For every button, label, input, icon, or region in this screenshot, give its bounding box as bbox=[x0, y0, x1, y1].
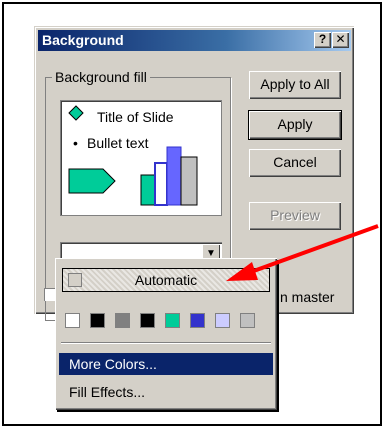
swatch-color[interactable] bbox=[90, 313, 105, 328]
help-button[interactable]: ? bbox=[314, 32, 331, 48]
automatic-option[interactable]: Automatic bbox=[62, 268, 270, 292]
swatch-color[interactable] bbox=[240, 313, 255, 328]
automatic-label: Automatic bbox=[134, 272, 198, 288]
title-bar: Background ? ✕ bbox=[38, 30, 351, 51]
cancel-button[interactable]: Cancel bbox=[249, 149, 341, 177]
close-button[interactable]: ✕ bbox=[332, 32, 349, 48]
omit-master-label: n master bbox=[280, 289, 335, 305]
swatch-color[interactable] bbox=[165, 313, 180, 328]
swatch-color[interactable] bbox=[215, 313, 230, 328]
menu-separator bbox=[61, 342, 271, 344]
more-colors-item[interactable]: More Colors... bbox=[59, 353, 273, 375]
fill-effects-item[interactable]: Fill Effects... bbox=[59, 381, 273, 403]
apply-to-all-button[interactable]: Apply to All bbox=[249, 71, 341, 99]
bullet-text: Bullet text bbox=[87, 135, 149, 151]
fill-effects-label: Fill Effects... bbox=[69, 384, 145, 400]
slide-preview: Title of Slide • Bullet text bbox=[60, 100, 222, 216]
swatch-color[interactable] bbox=[140, 313, 155, 328]
color-dropdown: Automatic More Colors... Fill Effects... bbox=[55, 258, 277, 410]
swatch-color[interactable] bbox=[190, 313, 205, 328]
slide-title-text: Title of Slide bbox=[97, 109, 174, 125]
apply-button[interactable]: Apply bbox=[248, 110, 342, 140]
preview-button[interactable]: Preview bbox=[249, 202, 341, 230]
group-label: Background fill bbox=[52, 69, 150, 85]
swatch-color[interactable] bbox=[65, 313, 80, 328]
dialog-title: Background bbox=[42, 32, 124, 48]
more-colors-label: More Colors... bbox=[69, 356, 157, 372]
bullet-glyph: • bbox=[73, 135, 78, 151]
swatch-color[interactable] bbox=[115, 313, 130, 328]
